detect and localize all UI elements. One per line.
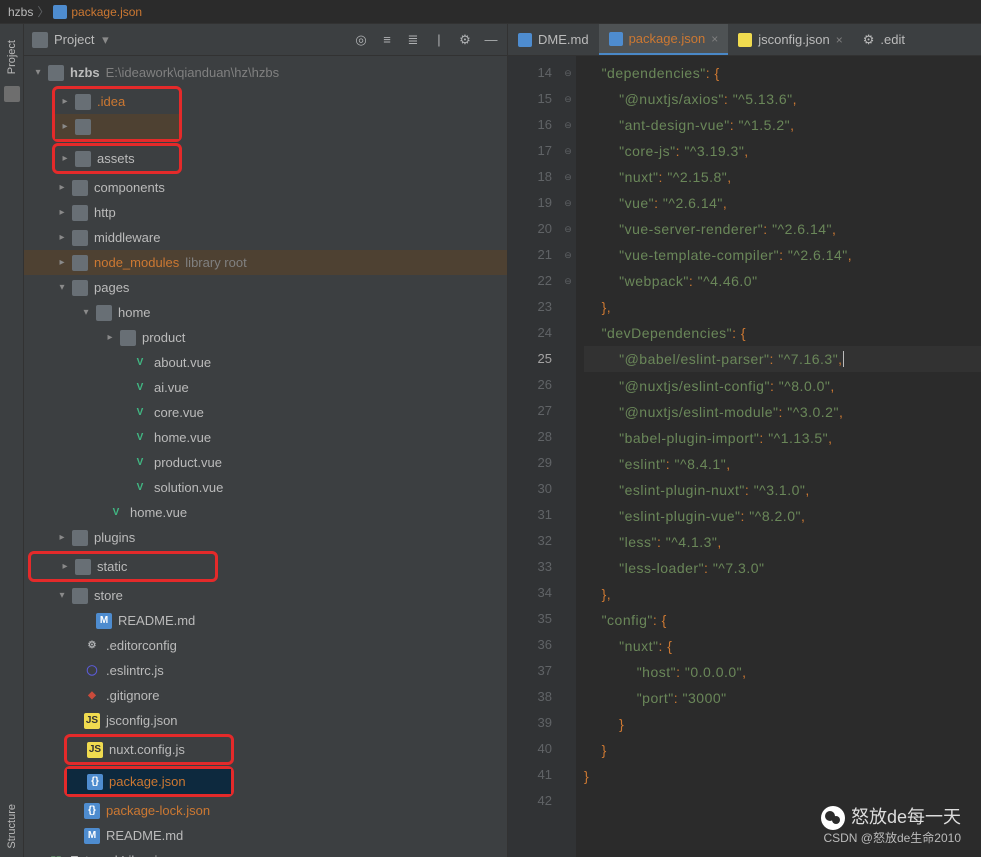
gear-icon[interactable]: ⚙ bbox=[457, 32, 473, 48]
folder-icon bbox=[72, 588, 88, 604]
tree-home[interactable]: ▾home bbox=[24, 300, 507, 325]
vue-icon: V bbox=[132, 405, 148, 421]
vue-icon: V bbox=[132, 380, 148, 396]
target-icon[interactable]: ◎ bbox=[353, 32, 369, 48]
tree-core-vue[interactable]: ▸Vcore.vue bbox=[24, 400, 507, 425]
chevron-right-icon: 〉 bbox=[37, 3, 49, 20]
eslint-icon: ◯ bbox=[84, 663, 100, 679]
line-gutter: 1415161718192021222324252627282930313233… bbox=[508, 56, 560, 857]
folder-icon bbox=[72, 255, 88, 271]
project-panel: Project ▾ ◎ ≡ ≣ | ⚙ — ▾hzbsE:\ideawork\q… bbox=[24, 24, 508, 857]
code-content[interactable]: "dependencies": { "@nuxtjs/axios": "^5.1… bbox=[576, 56, 981, 857]
editor-tabs: DME.md package.json× jsconfig.json× ⚙.ed… bbox=[508, 24, 981, 56]
hide-icon[interactable]: — bbox=[483, 32, 499, 48]
tree-middleware[interactable]: ▸middleware bbox=[24, 225, 507, 250]
folder-icon bbox=[72, 230, 88, 246]
tree-jsconfig[interactable]: ▸JSjsconfig.json bbox=[24, 708, 507, 733]
tree-node-modules[interactable]: ▸node_moduleslibrary root bbox=[24, 250, 507, 275]
divider-icon: | bbox=[431, 32, 447, 48]
vue-icon: V bbox=[132, 430, 148, 446]
gear-icon: ⚙ bbox=[84, 638, 100, 654]
js-icon bbox=[738, 33, 752, 47]
tab-dme[interactable]: DME.md bbox=[508, 24, 599, 55]
close-icon[interactable]: × bbox=[836, 33, 843, 47]
json-icon bbox=[609, 32, 623, 46]
tree-assets[interactable]: ▸assets bbox=[55, 146, 179, 171]
tree-home-vue[interactable]: ▸Vhome.vue bbox=[24, 425, 507, 450]
tree-readme[interactable]: ▸MREADME.md bbox=[24, 608, 507, 633]
json-icon bbox=[53, 5, 67, 19]
panel-title[interactable]: Project ▾ bbox=[54, 32, 353, 48]
folder-icon bbox=[75, 559, 91, 575]
md-icon: M bbox=[84, 828, 100, 844]
folder-icon bbox=[75, 151, 91, 167]
tab-edit[interactable]: ⚙.edit bbox=[853, 24, 915, 55]
tree-packagelock[interactable]: ▸{}package-lock.json bbox=[24, 798, 507, 823]
tree-packagejson[interactable]: ▸{}package.json bbox=[67, 769, 231, 794]
collapse-icon[interactable]: ≣ bbox=[405, 32, 421, 48]
tree-pages[interactable]: ▾pages bbox=[24, 275, 507, 300]
tree-plugins[interactable]: ▸plugins bbox=[24, 525, 507, 550]
panel-header: Project ▾ ◎ ≡ ≣ | ⚙ — bbox=[24, 24, 507, 56]
tree-editorconfig[interactable]: ▸⚙.editorconfig bbox=[24, 633, 507, 658]
tree-solution-vue[interactable]: ▸Vsolution.vue bbox=[24, 475, 507, 500]
folder-icon bbox=[72, 205, 88, 221]
tab-jsconfig[interactable]: jsconfig.json× bbox=[728, 24, 853, 55]
gear-icon: ⚙ bbox=[863, 32, 875, 48]
tree-nuxtconfig[interactable]: ▸JSnuxt.config.js bbox=[67, 737, 231, 762]
folder-icon bbox=[48, 65, 64, 81]
folder-icon bbox=[75, 94, 91, 110]
close-icon[interactable]: × bbox=[711, 32, 718, 46]
expand-icon[interactable]: ≡ bbox=[379, 32, 395, 48]
tree-product-vue[interactable]: ▸Vproduct.vue bbox=[24, 450, 507, 475]
vue-icon: V bbox=[108, 505, 124, 521]
js-icon: JS bbox=[84, 713, 100, 729]
json-icon: {} bbox=[84, 803, 100, 819]
editor-pane: DME.md package.json× jsconfig.json× ⚙.ed… bbox=[508, 24, 981, 857]
tree-root[interactable]: ▾hzbsE:\ideawork\qianduan\hz\hzbs bbox=[24, 60, 507, 85]
folder-icon bbox=[96, 305, 112, 321]
tree-idea[interactable]: ▸.idea bbox=[55, 89, 179, 114]
folder-icon bbox=[32, 32, 48, 48]
tab-package[interactable]: package.json× bbox=[599, 24, 729, 55]
rail-project[interactable]: Project bbox=[6, 40, 18, 74]
folder-icon bbox=[75, 119, 91, 135]
tree-components[interactable]: ▸components bbox=[24, 175, 507, 200]
tree-http[interactable]: ▸http bbox=[24, 200, 507, 225]
tree-store[interactable]: ▾store bbox=[24, 583, 507, 608]
tree-eslintrc[interactable]: ▸◯.eslintrc.js bbox=[24, 658, 507, 683]
library-icon: ▮▮ bbox=[48, 853, 64, 857]
project-tree[interactable]: ▾hzbsE:\ideawork\qianduan\hz\hzbs ▸.idea… bbox=[24, 56, 507, 857]
folder-icon bbox=[72, 180, 88, 196]
git-icon: ◆ bbox=[84, 688, 100, 704]
tree-extlib[interactable]: ▸▮▮External Libraries bbox=[24, 848, 507, 857]
tree-product[interactable]: ▸product bbox=[24, 325, 507, 350]
crumb-file[interactable]: package.json bbox=[71, 5, 142, 19]
tree-gitignore[interactable]: ▸◆.gitignore bbox=[24, 683, 507, 708]
chevron-down-icon: ▾ bbox=[98, 32, 108, 47]
tree-readme2[interactable]: ▸MREADME.md bbox=[24, 823, 507, 848]
folder-icon bbox=[72, 530, 88, 546]
breadcrumb: hzbs 〉 package.json bbox=[0, 0, 981, 24]
rail-structure[interactable]: Structure bbox=[6, 804, 18, 849]
fold-gutter[interactable]: ⊖⊖⊖⊖⊖⊖⊖⊖⊖ bbox=[560, 56, 576, 857]
tree-ai-vue[interactable]: ▸Vai.vue bbox=[24, 375, 507, 400]
crumb-root[interactable]: hzbs bbox=[8, 5, 33, 19]
md-icon bbox=[518, 33, 532, 47]
json-icon: {} bbox=[87, 774, 103, 790]
tool-rail-left: Project Structure bbox=[0, 24, 24, 857]
js-icon: JS bbox=[87, 742, 103, 758]
folder-icon bbox=[120, 330, 136, 346]
tree-about-vue[interactable]: ▸Vabout.vue bbox=[24, 350, 507, 375]
rail-icon[interactable] bbox=[4, 86, 20, 102]
vue-icon: V bbox=[132, 455, 148, 471]
md-icon: M bbox=[96, 613, 112, 629]
tree-nuxt[interactable]: ▸ bbox=[55, 114, 179, 139]
tree-static[interactable]: ▸static bbox=[31, 554, 215, 579]
vue-icon: V bbox=[132, 355, 148, 371]
folder-icon bbox=[72, 280, 88, 296]
tree-home-vue2[interactable]: ▸Vhome.vue bbox=[24, 500, 507, 525]
vue-icon: V bbox=[132, 480, 148, 496]
